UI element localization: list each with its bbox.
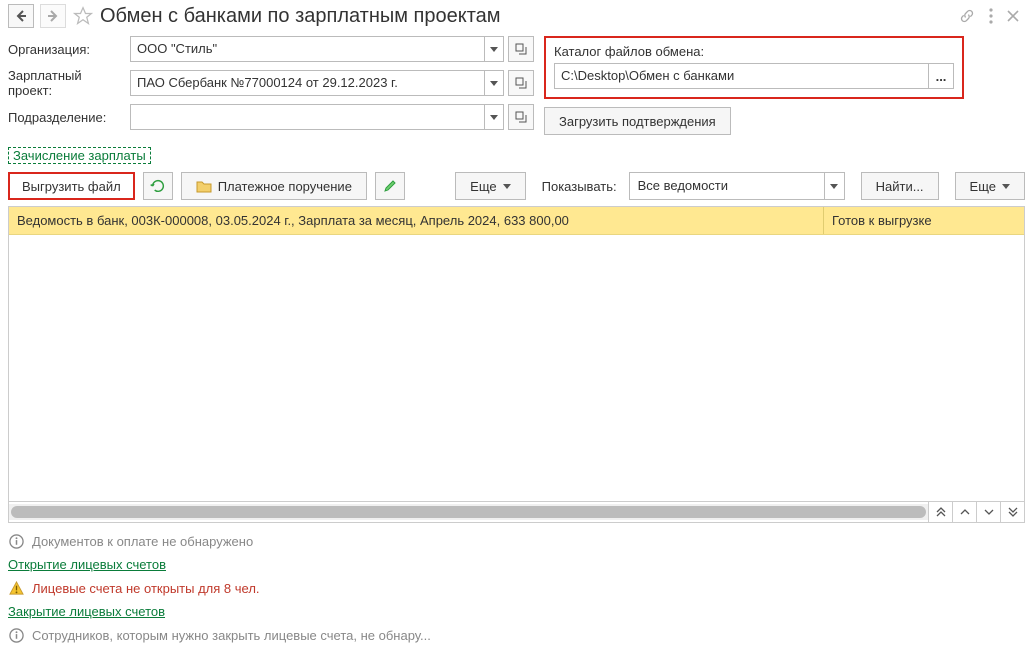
show-label: Показывать: — [542, 179, 617, 194]
favorite-star-button[interactable] — [72, 5, 94, 27]
scroll-bottom-button[interactable] — [1000, 502, 1024, 522]
more-button-2[interactable]: Еще — [955, 172, 1025, 200]
nav-forward-button[interactable] — [40, 4, 66, 28]
subdivision-label: Подразделение: — [8, 110, 126, 125]
down-icon — [984, 509, 994, 515]
exchange-catalog-box: Каталог файлов обмена: C:\Desktop\Обмен … — [544, 36, 964, 99]
pencil-icon — [383, 179, 397, 193]
subdivision-open-button[interactable] — [508, 104, 534, 130]
folder-icon — [196, 179, 212, 193]
double-up-icon — [936, 507, 946, 517]
catalog-label: Каталог файлов обмена: — [554, 44, 954, 59]
project-label: Зарплатный проект: — [8, 68, 126, 98]
project-dropdown-button[interactable] — [484, 71, 503, 95]
find-button[interactable]: Найти... — [861, 172, 939, 200]
double-down-icon — [1008, 507, 1018, 517]
info-icon — [8, 533, 24, 549]
project-open-button[interactable] — [508, 70, 534, 96]
warning-icon — [8, 580, 24, 596]
more-label-1: Еще — [470, 179, 496, 194]
more-button-1[interactable]: Еще — [455, 172, 525, 200]
info-icon — [8, 627, 24, 643]
show-combo[interactable]: Все ведомости — [629, 172, 845, 200]
link-icon[interactable] — [959, 8, 975, 24]
refresh-icon — [150, 178, 166, 194]
chevron-down-icon — [1002, 184, 1010, 189]
org-open-button[interactable] — [508, 36, 534, 62]
open-icon — [515, 43, 527, 55]
subdivision-input[interactable] — [130, 104, 504, 130]
show-combo-value: Все ведомости — [630, 173, 824, 199]
org-input-value: ООО "Стиль" — [131, 37, 484, 61]
menu-icon[interactable] — [989, 8, 993, 24]
project-input[interactable]: ПАО Сбербанк №77000124 от 29.12.2023 г. — [130, 70, 504, 96]
chevron-down-icon — [490, 115, 498, 120]
payment-order-button[interactable]: Платежное поручение — [181, 172, 367, 200]
open-icon — [515, 111, 527, 123]
statements-grid[interactable]: Ведомость в банк, 003К-000008, 03.05.202… — [8, 206, 1025, 502]
accounts-warning-text: Лицевые счета не открыты для 8 чел. — [32, 581, 260, 596]
refresh-button[interactable] — [143, 172, 173, 200]
load-confirmations-button[interactable]: Загрузить подтверждения — [544, 107, 731, 135]
payment-order-label: Платежное поручение — [218, 179, 352, 194]
scroll-top-button[interactable] — [928, 502, 952, 522]
grid-empty-area — [9, 235, 1024, 501]
arrow-right-icon — [47, 10, 59, 22]
open-icon — [515, 77, 527, 89]
close-button[interactable] — [1007, 10, 1019, 22]
open-accounts-link[interactable]: Открытие лицевых счетов — [8, 557, 166, 572]
close-info-text: Сотрудников, которым нужно закрыть лицев… — [32, 628, 431, 643]
row-status: Готов к выгрузке — [824, 207, 1024, 234]
org-label: Организация: — [8, 42, 126, 57]
more-label-2: Еще — [970, 179, 996, 194]
tab-salary-transfer[interactable]: Зачисление зарплаты — [8, 147, 151, 164]
chevron-down-icon — [830, 184, 838, 189]
scroll-up-button[interactable] — [952, 502, 976, 522]
subdivision-input-value — [131, 105, 484, 129]
subdivision-dropdown-button[interactable] — [484, 105, 503, 129]
chevron-down-icon — [490, 81, 498, 86]
scroll-down-button[interactable] — [976, 502, 1000, 522]
row-description: Ведомость в банк, 003К-000008, 03.05.202… — [9, 207, 824, 234]
close-accounts-link[interactable]: Закрытие лицевых счетов — [8, 604, 165, 619]
catalog-browse-button[interactable]: ... — [928, 63, 954, 89]
arrow-left-icon — [15, 10, 27, 22]
scrollbar-thumb[interactable] — [11, 506, 926, 518]
export-file-button[interactable]: Выгрузить файл — [8, 172, 135, 200]
org-input[interactable]: ООО "Стиль" — [130, 36, 504, 62]
no-docs-text: Документов к оплате не обнаружено — [32, 534, 253, 549]
chevron-down-icon — [490, 47, 498, 52]
show-combo-dropdown[interactable] — [824, 173, 844, 199]
horizontal-scrollbar[interactable] — [9, 504, 928, 520]
page-title: Обмен с банками по зарплатным проектам — [100, 5, 953, 28]
ellipsis-icon: ... — [936, 69, 947, 84]
project-input-value: ПАО Сбербанк №77000124 от 29.12.2023 г. — [131, 71, 484, 95]
catalog-path-input[interactable]: C:\Desktop\Обмен с банками — [554, 63, 928, 89]
close-icon — [1007, 10, 1019, 22]
org-dropdown-button[interactable] — [484, 37, 503, 61]
nav-back-button[interactable] — [8, 4, 34, 28]
star-icon — [73, 6, 93, 26]
edit-button[interactable] — [375, 172, 405, 200]
up-icon — [960, 509, 970, 515]
table-row[interactable]: Ведомость в банк, 003К-000008, 03.05.202… — [9, 207, 1024, 235]
chevron-down-icon — [503, 184, 511, 189]
